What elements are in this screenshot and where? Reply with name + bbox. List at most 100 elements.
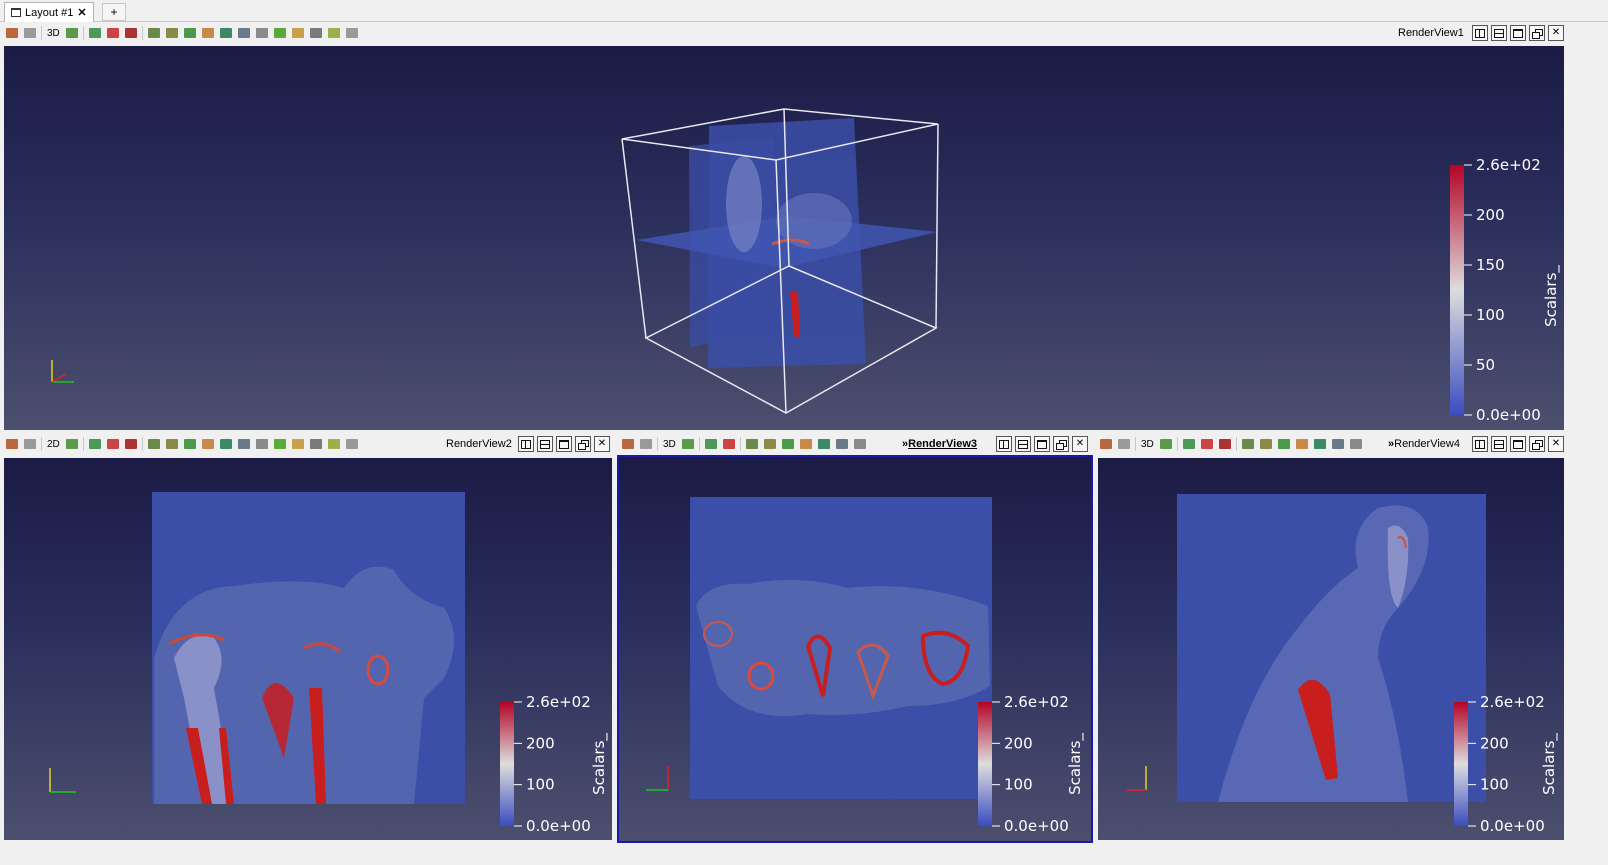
hover-points-icon[interactable] (199, 435, 217, 453)
interactive-select-icon[interactable] (181, 24, 199, 42)
hover-points-icon[interactable] (1293, 435, 1311, 453)
colorbar-label: 2.6e+02 (1480, 693, 1545, 711)
restore-icon[interactable] (1529, 436, 1545, 452)
split-vertical-icon[interactable] (1491, 436, 1507, 452)
shrink-selection-icon[interactable] (833, 435, 851, 453)
paraview-layout-area: Layout #1 ✕ + 3D RenderView1 ✕ 2.6e+02 2… (0, 0, 1608, 865)
tooltip-icon[interactable] (271, 24, 289, 42)
zoom-to-data-icon[interactable] (21, 435, 39, 453)
clear-selection-icon[interactable] (851, 435, 869, 453)
split-vertical-icon[interactable] (537, 436, 553, 452)
select-points-icon[interactable] (104, 24, 122, 42)
ruler-icon[interactable] (289, 435, 307, 453)
find-data-icon[interactable] (325, 435, 343, 453)
select-polygon-icon[interactable] (163, 24, 181, 42)
interaction-mode-button[interactable]: 3D (660, 435, 679, 453)
ruler-icon[interactable] (289, 24, 307, 42)
delete-icon[interactable] (343, 435, 361, 453)
reset-camera-icon[interactable] (619, 435, 637, 453)
split-horizontal-icon[interactable] (996, 436, 1012, 452)
renderview4-canvas[interactable]: 2.6e+02 200 100 0.0e+00 Scalars_ (1098, 458, 1564, 840)
tooltip-icon[interactable] (271, 435, 289, 453)
interaction-mode-button[interactable]: 3D (1138, 435, 1157, 453)
camera-undo-icon[interactable] (63, 435, 81, 453)
split-vertical-icon[interactable] (1015, 436, 1031, 452)
shrink-selection-icon[interactable] (1329, 435, 1347, 453)
zoom-to-data-icon[interactable] (21, 24, 39, 42)
close-view-icon[interactable]: ✕ (1548, 25, 1564, 41)
grow-selection-icon[interactable] (217, 435, 235, 453)
select-frustum-icon[interactable] (145, 435, 163, 453)
renderview3-canvas[interactable]: 2.6e+02 200 100 0.0e+00 Scalars_ (617, 455, 1093, 843)
close-view-icon[interactable]: ✕ (1072, 436, 1088, 452)
clear-selection-icon[interactable] (253, 435, 271, 453)
clear-selection-icon[interactable] (253, 24, 271, 42)
maximize-icon[interactable] (1510, 436, 1526, 452)
split-vertical-icon[interactable] (1491, 25, 1507, 41)
help-query-icon[interactable] (307, 24, 325, 42)
close-view-icon[interactable]: ✕ (1548, 436, 1564, 452)
split-horizontal-icon[interactable] (518, 436, 534, 452)
maximize-icon[interactable] (1034, 436, 1050, 452)
hover-points-icon[interactable] (797, 435, 815, 453)
grow-selection-icon[interactable] (815, 435, 833, 453)
interaction-mode-button[interactable]: 3D (44, 24, 63, 42)
reset-camera-icon[interactable] (3, 435, 21, 453)
select-polygon-icon[interactable] (761, 435, 779, 453)
grow-selection-icon[interactable] (217, 24, 235, 42)
restore-icon[interactable] (1529, 25, 1545, 41)
renderview2-canvas[interactable]: 2.6e+02 200 100 0.0e+00 Scalars_ (4, 458, 612, 840)
hover-points-icon[interactable] (199, 24, 217, 42)
colorbar-title: Scalars_ (1542, 265, 1561, 327)
interactive-select-icon[interactable] (779, 435, 797, 453)
add-layout-tab-button[interactable]: + (102, 3, 126, 21)
select-block-icon[interactable] (122, 435, 140, 453)
select-polygon-icon[interactable] (163, 435, 181, 453)
shrink-selection-icon[interactable] (235, 435, 253, 453)
select-polygon-icon[interactable] (1257, 435, 1275, 453)
select-block-icon[interactable] (1216, 435, 1234, 453)
renderview2-title[interactable]: RenderView2 (446, 438, 512, 450)
shrink-selection-icon[interactable] (235, 24, 253, 42)
clear-selection-icon[interactable] (1347, 435, 1365, 453)
select-points-icon[interactable] (1198, 435, 1216, 453)
restore-icon[interactable] (575, 436, 591, 452)
camera-undo-icon[interactable] (63, 24, 81, 42)
select-frustum-icon[interactable] (145, 24, 163, 42)
grow-selection-icon[interactable] (1311, 435, 1329, 453)
zoom-to-data-icon[interactable] (1115, 435, 1133, 453)
interaction-mode-button[interactable]: 2D (44, 435, 63, 453)
camera-undo-icon[interactable] (1157, 435, 1175, 453)
split-horizontal-icon[interactable] (1472, 25, 1488, 41)
help-query-icon[interactable] (307, 435, 325, 453)
select-frustum-icon[interactable] (1239, 435, 1257, 453)
layout-tab[interactable]: Layout #1 ✕ (4, 2, 94, 22)
zoom-to-data-icon[interactable] (637, 435, 655, 453)
select-points-icon[interactable] (104, 435, 122, 453)
delete-icon[interactable] (343, 24, 361, 42)
camera-undo-icon[interactable] (679, 435, 697, 453)
renderview4-title[interactable]: »RenderView4 (1388, 438, 1460, 450)
reset-camera-icon[interactable] (1097, 435, 1115, 453)
select-cells-icon[interactable] (702, 435, 720, 453)
interactive-select-icon[interactable] (1275, 435, 1293, 453)
interactive-select-icon[interactable] (181, 435, 199, 453)
reset-camera-icon[interactable] (3, 24, 21, 42)
maximize-icon[interactable] (556, 436, 572, 452)
close-tab-icon[interactable]: ✕ (77, 6, 86, 19)
close-view-icon[interactable]: ✕ (594, 436, 610, 452)
select-cells-icon[interactable] (86, 24, 104, 42)
select-cells-icon[interactable] (86, 435, 104, 453)
renderview1-canvas[interactable]: 2.6e+02 200 150 100 50 0.0e+00 Scalars_ (4, 46, 1564, 430)
split-horizontal-icon[interactable] (1472, 436, 1488, 452)
select-points-icon[interactable] (720, 435, 738, 453)
colorbar-title: Scalars_ (1066, 733, 1085, 795)
restore-icon[interactable] (1053, 436, 1069, 452)
renderview3-title[interactable]: »RenderView3 (902, 438, 977, 450)
maximize-icon[interactable] (1510, 25, 1526, 41)
find-data-icon[interactable] (325, 24, 343, 42)
select-frustum-icon[interactable] (743, 435, 761, 453)
renderview1-title[interactable]: RenderView1 (1398, 27, 1464, 39)
select-cells-icon[interactable] (1180, 435, 1198, 453)
select-block-icon[interactable] (122, 24, 140, 42)
